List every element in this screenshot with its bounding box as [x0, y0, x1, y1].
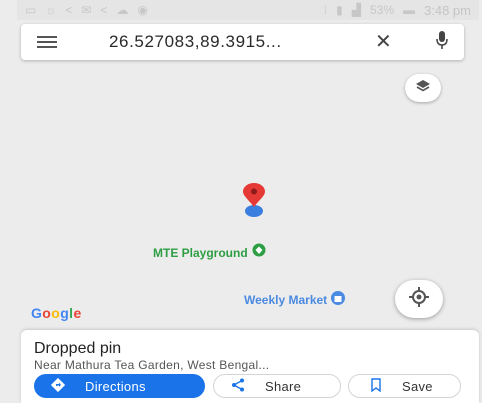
battery-icon: ▬: [403, 3, 416, 17]
battery-percent: 53%: [369, 3, 395, 17]
place-label-weekly-text: Weekly Market: [244, 292, 328, 307]
my-location-button[interactable]: [395, 280, 443, 318]
cloud-icon: ☁: [116, 3, 129, 17]
signal-icon: ▟: [351, 3, 361, 17]
clock: 3:48 pm: [424, 2, 471, 18]
place-sheet[interactable]: Dropped pin Near Mathura Tea Garden, Wes…: [21, 330, 479, 403]
crosshair-icon: [409, 286, 429, 312]
status-left-icons: ▭ ☼ < ✉ < ☁ ◉: [25, 3, 148, 17]
search-bar[interactable]: 26.527083,89.3915... ✕: [21, 24, 464, 60]
shopping-marker-icon: [330, 290, 346, 309]
menu-icon[interactable]: [37, 36, 57, 48]
window-icon: ▭: [25, 3, 37, 17]
close-icon[interactable]: ✕: [375, 32, 392, 52]
directions-button[interactable]: Directions: [34, 374, 205, 398]
sun-icon: ☼: [45, 3, 57, 17]
layers-button[interactable]: [405, 74, 441, 102]
bookmark-icon: [370, 377, 382, 395]
status-bar: ▭ ☼ < ✉ < ☁ ◉ ⁞ ▮ ▟ 53% ▬ 3:48 pm: [17, 0, 479, 20]
layers-icon: [415, 79, 431, 98]
google-logo: Google: [31, 305, 82, 321]
map-pin-icon: [243, 183, 265, 207]
status-right-icons: ⁞ ▮ ▟ 53% ▬ 3:48 pm: [324, 3, 471, 18]
mic-icon[interactable]: [436, 30, 448, 54]
search-input[interactable]: 26.527083,89.3915...: [109, 32, 349, 52]
sim-icon: ▮: [336, 3, 343, 17]
share-label: Share: [265, 378, 302, 394]
place-title: Dropped pin: [34, 340, 122, 357]
vibrate-icon: ⁞: [323, 3, 328, 17]
place-label-weekly-market[interactable]: Weekly Market: [244, 290, 346, 309]
place-label-mte-text: MTE Playground: [153, 245, 248, 260]
place-marker-icon: [251, 243, 267, 262]
save-label: Save: [402, 378, 433, 394]
directions-icon: [50, 377, 66, 395]
location-icon: ◉: [137, 3, 148, 17]
share-icon: <: [65, 3, 73, 17]
place-label-mte[interactable]: MTE Playground: [153, 243, 267, 262]
dropped-pin[interactable]: [237, 183, 271, 224]
share-icon: <: [100, 3, 108, 17]
place-address: Near Mathura Tea Garden, West Bengal...: [34, 358, 270, 372]
share-button[interactable]: Share: [213, 374, 341, 398]
save-button[interactable]: Save: [348, 374, 461, 398]
share-icon: [231, 378, 245, 395]
mail-icon: ✉: [81, 3, 92, 17]
directions-label: Directions: [85, 378, 146, 394]
